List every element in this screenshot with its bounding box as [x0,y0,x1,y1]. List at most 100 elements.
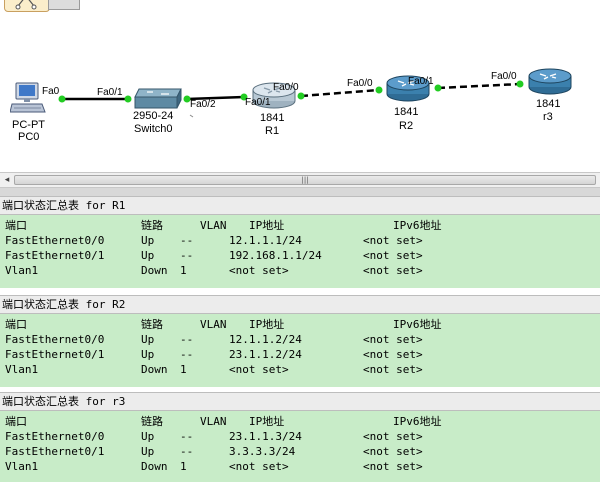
table-cell: Up [141,333,155,346]
table-cell: 192.168.1.1/24 [229,249,322,262]
column-header: IP地址 [249,318,285,331]
table-cell: 23.1.1.2/24 [229,348,302,361]
column-header: 端口 [5,219,27,232]
table-cell: 1 [180,363,187,376]
table-cell: <not set> [363,445,423,458]
table-row: Vlan1 Down 1 <not set> <not set> [0,263,600,278]
column-header: IPv6地址 [393,415,442,428]
device-model-label: 1841 [394,106,419,118]
table-cell: <not set> [363,460,423,473]
table-cell: Up [141,249,155,262]
horizontal-scrollbar[interactable]: ◂ ||| [0,172,600,188]
port-label: Fa0/2 [190,99,216,110]
table-cell: <not set> [363,264,423,277]
table-cell: 12.1.1.1/24 [229,234,302,247]
table-cell: -- [180,249,194,262]
scrollbar-thumb[interactable]: ||| [14,175,596,185]
router-icon[interactable] [526,66,574,96]
table-cell: FastEthernet0/1 [5,445,105,458]
device-name-label: R1 [265,125,280,137]
column-header: IP地址 [249,219,285,232]
table-row: FastEthernet0/0 Up -- 12.1.1.2/24 <not set… [0,332,600,347]
arrow-left-icon[interactable]: ◂ [2,175,12,185]
panel-title: 端口状态汇总表 for r3 [0,392,600,411]
table-row: FastEthernet0/1 Up -- 23.1.1.2/24 <not set… [0,347,600,362]
port-status-panel-r2: 端口状态汇总表 for R2 端口 链路 VLAN IP地址 IPv6地址 Fa… [0,295,600,387]
table-cell: Down [141,264,168,277]
table-cell: 23.1.1.3/24 [229,430,302,443]
table-cell: -- [180,430,194,443]
table-cell: FastEthernet0/0 [5,333,105,346]
port-label: Fa0/0 [347,78,373,89]
table-cell: Up [141,234,155,247]
device-model-label: 2950-24 [133,110,174,122]
table-row: Vlan1 Down 1 <not set> <not set> [0,362,600,377]
table-cell: <not set> [229,460,289,473]
column-header: 链路 [141,318,163,331]
device-name-label: R2 [399,120,414,132]
column-header: 链路 [141,415,163,428]
panel-body: 端口 链路 VLAN IP地址 IPv6地址 FastEthernet0/0 Up… [0,411,600,482]
table-cell: <not set> [363,430,423,443]
panel-body: 端口 链路 VLAN IP地址 IPv6地址 FastEthernet0/0 Up… [0,314,600,387]
table-row: FastEthernet0/0 Up -- 12.1.1.1/24 <not set… [0,233,600,248]
table-cell: Vlan1 [5,264,39,277]
table-cell: 1 [180,460,187,473]
device-model-label: 1841 [260,112,285,124]
table-cell: -- [180,333,194,346]
table-cell: 12.1.1.2/24 [229,333,302,346]
table-cell: -- [180,234,194,247]
table-cell: <not set> [229,264,289,277]
table-cell: <not set> [363,348,423,361]
column-header: IPv6地址 [393,318,442,331]
column-header: IPv6地址 [393,219,442,232]
port-label: Fa0/0 [273,82,299,93]
link-r2-r3 [437,82,521,90]
column-header: 端口 [5,318,27,331]
port-label: Fa0/0 [491,71,517,82]
column-header: 端口 [5,415,27,428]
port-label: Fa0/1 [245,97,271,108]
column-header: VLAN [200,415,227,428]
panel-body: 端口 链路 VLAN IP地址 IPv6地址 FastEthernet0/0 Up… [0,215,600,288]
links-layer [58,80,524,118]
column-header: VLAN [200,318,227,331]
device-model-label: 1841 [536,98,561,110]
table-cell: <not set> [363,363,423,376]
table-cell: -- [180,445,194,458]
table-row: Vlan1 Down 1 <not set> <not set> [0,459,600,474]
table-header: 端口 链路 VLAN IP地址 IPv6地址 [0,317,600,332]
port-status-panel-r3: 端口状态汇总表 for r3 端口 链路 VLAN IP地址 IPv6地址 Fa… [0,392,600,482]
table-cell: <not set> [229,363,289,376]
table-cell: Vlan1 [5,460,39,473]
link-status-dot [58,95,66,103]
table-cell: <not set> [363,249,423,262]
table-cell: Up [141,445,155,458]
link-r1-r2 [300,88,380,98]
table-cell: Up [141,430,155,443]
column-header: VLAN [200,219,227,232]
table-cell: FastEthernet0/1 [5,249,105,262]
panel-divider [0,188,600,196]
table-cell: Up [141,348,155,361]
pc-icon[interactable] [10,82,46,116]
port-status-panel-r1: 端口状态汇总表 for R1 端口 链路 VLAN IP地址 IPv6地址 Fa… [0,196,600,288]
panel-title: 端口状态汇总表 for R1 [0,196,600,215]
table-row: FastEthernet0/1 Up -- 3.3.3.3/24 <not set> [0,444,600,459]
table-cell: Down [141,363,168,376]
table-cell: -- [180,348,194,361]
table-cell: FastEthernet0/1 [5,348,105,361]
table-cell: <not set> [363,234,423,247]
table-cell: Down [141,460,168,473]
table-row: FastEthernet0/1 Up -- 192.168.1.1/24 <not … [0,248,600,263]
scrollbar-grip: ||| [301,176,309,184]
device-name-label: PC0 [18,131,40,143]
topology-workspace[interactable]: PC-PT PC0 2950-24 Switch0 1841 R1 1841 R… [0,0,600,172]
link-status-dot [124,95,132,103]
table-cell: Vlan1 [5,363,39,376]
table-cell: <not set> [363,333,423,346]
port-label: Fa0/1 [97,87,123,98]
table-header: 端口 链路 VLAN IP地址 IPv6地址 [0,218,600,233]
column-header: IP地址 [249,415,285,428]
switch-icon[interactable] [133,88,183,110]
